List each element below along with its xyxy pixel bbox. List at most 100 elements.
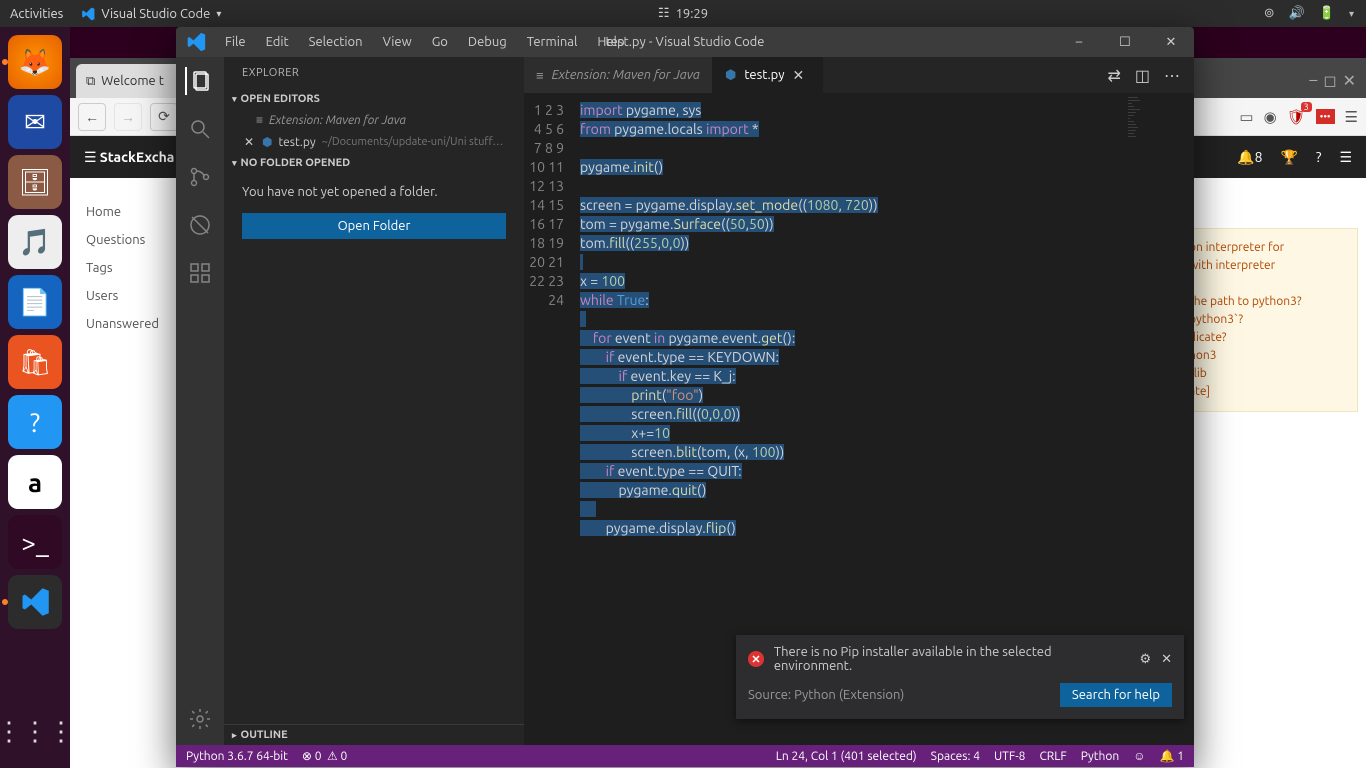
trophy-icon[interactable]: 🏆: [1281, 149, 1298, 166]
tab-test[interactable]: ⬢ test.py ✕: [713, 57, 823, 93]
reload-button[interactable]: ⟳: [150, 103, 178, 131]
site-switcher-icon[interactable]: ☰: [1339, 149, 1352, 166]
editor-path: ~/Documents/update-uni/Uni stuff…: [322, 136, 504, 148]
app-name-label: Visual Studio Code: [101, 7, 210, 21]
minimize-icon[interactable]: –: [1309, 71, 1317, 90]
explorer-title: EXPLORER: [224, 57, 524, 89]
vscode-icon: [186, 32, 206, 52]
close-icon[interactable]: ✕: [242, 135, 256, 149]
editor-area: ≡ Extension: Maven for Java ⬢ test.py ✕ …: [524, 57, 1194, 745]
amazon-launcher[interactable]: a: [8, 455, 62, 509]
menu-file[interactable]: File: [216, 31, 255, 53]
explorer-icon[interactable]: [185, 67, 213, 95]
error-icon: ✕: [748, 651, 764, 667]
status-problems[interactable]: ⊗ 0 ⚠ 0: [302, 749, 347, 763]
writer-launcher[interactable]: 📄: [8, 275, 62, 329]
status-bell-icon[interactable]: 🔔 1: [1160, 749, 1184, 763]
ubuntu-top-bar: Activities Visual Studio Code ▾ ☷ 19:29 …: [0, 0, 1366, 27]
wifi-icon[interactable]: ⊚: [1264, 6, 1275, 21]
status-cursor[interactable]: Ln 24, Col 1 (401 selected): [776, 750, 917, 763]
close-icon[interactable]: ✕: [1343, 71, 1356, 90]
split-icon[interactable]: ◫: [1135, 66, 1150, 85]
tab-maven[interactable]: ≡ Extension: Maven for Java: [524, 57, 713, 93]
open-editors-section[interactable]: OPEN EDITORS: [224, 89, 524, 109]
list-icon: ≡: [256, 113, 263, 127]
inbox-icon[interactable]: 🔔8: [1237, 149, 1262, 166]
debug-icon[interactable]: [186, 211, 214, 239]
editor-label: test.py: [278, 136, 315, 149]
tab-title: Welcome t: [101, 74, 164, 88]
show-apps-button[interactable]: ⋮⋮⋮: [8, 704, 62, 758]
minimap[interactable]: ▬▬▬▬▬▬▬▬▬▬▬▬▬▬▬▬▬▬▬▬▬▬▬▬▬▬▬▬▬▬▬▬▬▬▬▬▬▬▬▬…: [1124, 93, 1194, 233]
thunderbird-launcher[interactable]: ✉: [8, 95, 62, 149]
menu-bar: File Edit Selection View Go Debug Termin…: [216, 31, 634, 53]
pocket-icon[interactable]: ◉: [1264, 108, 1277, 126]
help-icon[interactable]: ?: [1316, 149, 1321, 165]
lastpass-icon[interactable]: •••: [1316, 109, 1335, 124]
forward-button[interactable]: →: [114, 103, 142, 131]
no-folder-message: You have not yet opened a folder.: [224, 173, 524, 207]
status-python-version[interactable]: Python 3.6.7 64-bit: [186, 750, 288, 763]
close-icon[interactable]: ✕: [793, 67, 805, 84]
menu-icon[interactable]: ☰: [1345, 108, 1358, 126]
status-spaces[interactable]: Spaces: 4: [931, 750, 980, 763]
scm-icon[interactable]: [186, 163, 214, 191]
status-encoding[interactable]: UTF-8: [994, 750, 1025, 763]
firefox-launcher[interactable]: 🦊: [8, 35, 62, 89]
gear-icon[interactable]: ⚙: [1139, 652, 1151, 667]
maximize-button[interactable]: ☐: [1102, 27, 1148, 57]
menu-go[interactable]: Go: [423, 31, 457, 53]
menu-debug[interactable]: Debug: [459, 31, 516, 53]
compare-icon[interactable]: ⇄: [1107, 66, 1120, 85]
activities-button[interactable]: Activities: [10, 7, 63, 21]
reader-icon[interactable]: ▭: [1239, 108, 1253, 126]
open-editor-test[interactable]: ✕ ⬢ test.py ~/Documents/update-uni/Uni s…: [224, 131, 524, 153]
status-feedback-icon[interactable]: ☺: [1133, 749, 1145, 763]
close-button[interactable]: ✕: [1148, 27, 1194, 57]
status-language[interactable]: Python: [1081, 750, 1120, 763]
back-button[interactable]: ←: [78, 103, 106, 131]
editor-tabs: ≡ Extension: Maven for Java ⬢ test.py ✕ …: [524, 57, 1194, 93]
editor-label: Extension: Maven for Java: [269, 114, 406, 127]
tab-label: test.py: [744, 68, 784, 82]
line-gutter: 1 2 3 4 5 6 7 8 9 10 11 12 13 14 15 16 1…: [524, 93, 580, 745]
status-eol[interactable]: CRLF: [1039, 750, 1066, 763]
app-menu[interactable]: Visual Studio Code ▾: [81, 7, 221, 21]
notification-message: There is no Pip installer available in t…: [774, 645, 1130, 673]
notification-toast: ✕ There is no Pip installer available in…: [736, 635, 1184, 719]
menu-view[interactable]: View: [374, 31, 421, 53]
settings-icon[interactable]: [186, 705, 214, 733]
search-help-button[interactable]: Search for help: [1060, 683, 1172, 707]
open-folder-button[interactable]: Open Folder: [242, 213, 506, 239]
close-icon[interactable]: ✕: [1161, 652, 1172, 667]
open-editor-maven[interactable]: ≡ Extension: Maven for Java: [224, 109, 524, 131]
menu-edit[interactable]: Edit: [257, 31, 298, 53]
vscode-titlebar[interactable]: File Edit Selection View Go Debug Termin…: [176, 27, 1194, 57]
time-label: 19:29: [676, 7, 709, 21]
browser-tab[interactable]: ⧉Welcome t: [76, 64, 186, 98]
menu-terminal[interactable]: Terminal: [518, 31, 587, 53]
software-launcher[interactable]: 🛍: [8, 335, 62, 389]
more-icon[interactable]: ⋯: [1164, 66, 1180, 85]
rhythmbox-launcher[interactable]: 🎵: [8, 215, 62, 269]
maximize-icon[interactable]: ◻: [1323, 71, 1336, 90]
outline-section[interactable]: OUTLINE: [224, 724, 524, 745]
python-icon: ⬢: [725, 68, 736, 83]
vscode-launcher[interactable]: [8, 575, 62, 629]
stackexchange-logo[interactable]: ☰ StackExcha: [84, 149, 174, 166]
chevron-down-icon[interactable]: ▾: [1349, 8, 1354, 20]
extensions-icon[interactable]: [186, 259, 214, 287]
no-folder-section[interactable]: NO FOLDER OPENED: [224, 153, 524, 173]
chevron-down-icon: ▾: [216, 8, 221, 20]
terminal-launcher[interactable]: >_: [8, 515, 62, 569]
help-launcher[interactable]: ?: [8, 395, 62, 449]
battery-icon[interactable]: 🔋: [1319, 6, 1335, 21]
volume-icon[interactable]: 🔊: [1289, 6, 1305, 21]
list-icon: ≡: [536, 68, 544, 83]
minimize-button[interactable]: –: [1056, 27, 1102, 57]
ublock-icon[interactable]: 🛡3: [1287, 108, 1306, 126]
menu-selection[interactable]: Selection: [300, 31, 372, 53]
search-icon[interactable]: [186, 115, 214, 143]
files-launcher[interactable]: 🗄: [8, 155, 62, 209]
clock[interactable]: ☷ 19:29: [658, 6, 708, 21]
